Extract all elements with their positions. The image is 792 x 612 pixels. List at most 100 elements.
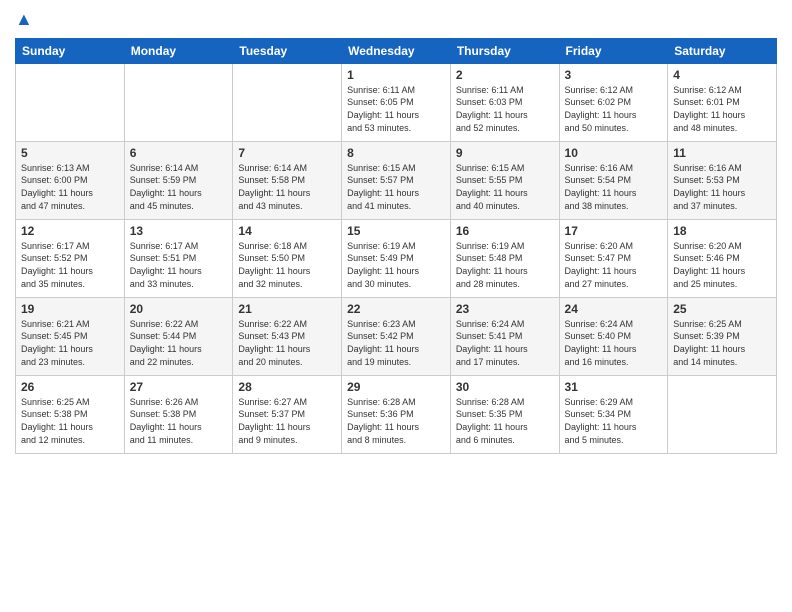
calendar-cell: 17Sunrise: 6:20 AM Sunset: 5:47 PM Dayli… bbox=[559, 219, 668, 297]
day-info: Sunrise: 6:26 AM Sunset: 5:38 PM Dayligh… bbox=[130, 396, 228, 446]
day-number: 29 bbox=[347, 380, 445, 394]
calendar-week-row: 5 Sunrise: 6:13 AM Sunset: 6:00 PM Daylig… bbox=[16, 141, 777, 219]
day-number: 18 bbox=[673, 224, 771, 238]
day-number: 14 bbox=[238, 224, 336, 238]
day-number: 12 bbox=[21, 224, 119, 238]
day-number: 9 bbox=[456, 146, 554, 160]
weekday-header-monday: Monday bbox=[124, 38, 233, 63]
calendar-cell: 19 Sunrise: 6:21 AM Sunset: 5:45 PM Dayli… bbox=[16, 297, 125, 375]
day-number: 3 bbox=[565, 68, 663, 82]
day-info: Sunrise: 6:22 AM Sunset: 5:43 PM Dayligh… bbox=[238, 318, 336, 368]
day-number: 2 bbox=[456, 68, 554, 82]
weekday-header-tuesday: Tuesday bbox=[233, 38, 342, 63]
day-info: Sunrise: 6:11 AM Sunset: 6:05 PM Dayligh… bbox=[347, 84, 445, 134]
day-number: 28 bbox=[238, 380, 336, 394]
calendar-cell: 15 Sunrise: 6:19 AM Sunset: 5:49 PM Dayli… bbox=[342, 219, 451, 297]
calendar-week-row: 26 Sunrise: 6:25 AM Sunset: 5:38 PM Dayli… bbox=[16, 375, 777, 453]
day-number: 4 bbox=[673, 68, 771, 82]
calendar-week-row: 12 Sunrise: 6:17 AM Sunset: 5:52 PM Dayli… bbox=[16, 219, 777, 297]
day-number: 10 bbox=[565, 146, 663, 160]
calendar-week-row: 1 Sunrise: 6:11 AM Sunset: 6:05 PM Daylig… bbox=[16, 63, 777, 141]
calendar-cell: 29Sunrise: 6:28 AM Sunset: 5:36 PM Dayli… bbox=[342, 375, 451, 453]
weekday-header-saturday: Saturday bbox=[668, 38, 777, 63]
calendar-cell: 24 Sunrise: 6:24 AM Sunset: 5:40 PM Dayli… bbox=[559, 297, 668, 375]
calendar-cell: 22Sunrise: 6:23 AM Sunset: 5:42 PM Dayli… bbox=[342, 297, 451, 375]
calendar-cell: 18 Sunrise: 6:20 AM Sunset: 5:46 PM Dayli… bbox=[668, 219, 777, 297]
day-info: Sunrise: 6:17 AM Sunset: 5:51 PM Dayligh… bbox=[130, 240, 228, 290]
calendar-cell: 7 Sunrise: 6:14 AM Sunset: 5:58 PM Daylig… bbox=[233, 141, 342, 219]
calendar-table: SundayMondayTuesdayWednesdayThursdayFrid… bbox=[15, 38, 777, 454]
calendar-cell: 1 Sunrise: 6:11 AM Sunset: 6:05 PM Daylig… bbox=[342, 63, 451, 141]
day-info: Sunrise: 6:25 AM Sunset: 5:38 PM Dayligh… bbox=[21, 396, 119, 446]
calendar-cell bbox=[668, 375, 777, 453]
day-number: 25 bbox=[673, 302, 771, 316]
day-info: Sunrise: 6:12 AM Sunset: 6:01 PM Dayligh… bbox=[673, 84, 771, 134]
calendar-container: ▲ SundayMondayTuesdayWednesdayThursdayFr… bbox=[0, 0, 792, 464]
day-info: Sunrise: 6:12 AM Sunset: 6:02 PM Dayligh… bbox=[565, 84, 663, 134]
calendar-cell: 30 Sunrise: 6:28 AM Sunset: 5:35 PM Dayli… bbox=[450, 375, 559, 453]
day-info: Sunrise: 6:15 AM Sunset: 5:57 PM Dayligh… bbox=[347, 162, 445, 212]
calendar-cell: 11Sunrise: 6:16 AM Sunset: 5:53 PM Dayli… bbox=[668, 141, 777, 219]
weekday-header-thursday: Thursday bbox=[450, 38, 559, 63]
calendar-cell: 9 Sunrise: 6:15 AM Sunset: 5:55 PM Daylig… bbox=[450, 141, 559, 219]
weekday-header-friday: Friday bbox=[559, 38, 668, 63]
calendar-cell: 12 Sunrise: 6:17 AM Sunset: 5:52 PM Dayli… bbox=[16, 219, 125, 297]
day-number: 1 bbox=[347, 68, 445, 82]
day-number: 6 bbox=[130, 146, 228, 160]
day-info: Sunrise: 6:29 AM Sunset: 5:34 PM Dayligh… bbox=[565, 396, 663, 446]
day-info: Sunrise: 6:24 AM Sunset: 5:40 PM Dayligh… bbox=[565, 318, 663, 368]
calendar-cell: 21Sunrise: 6:22 AM Sunset: 5:43 PM Dayli… bbox=[233, 297, 342, 375]
day-number: 20 bbox=[130, 302, 228, 316]
day-info: Sunrise: 6:16 AM Sunset: 5:53 PM Dayligh… bbox=[673, 162, 771, 212]
day-number: 30 bbox=[456, 380, 554, 394]
logo-icon: ▲ bbox=[15, 9, 33, 29]
day-info: Sunrise: 6:18 AM Sunset: 5:50 PM Dayligh… bbox=[238, 240, 336, 290]
day-info: Sunrise: 6:14 AM Sunset: 5:59 PM Dayligh… bbox=[130, 162, 228, 212]
day-info: Sunrise: 6:20 AM Sunset: 5:46 PM Dayligh… bbox=[673, 240, 771, 290]
day-number: 24 bbox=[565, 302, 663, 316]
header: ▲ bbox=[15, 10, 777, 30]
calendar-header-row: SundayMondayTuesdayWednesdayThursdayFrid… bbox=[16, 38, 777, 63]
day-info: Sunrise: 6:28 AM Sunset: 5:35 PM Dayligh… bbox=[456, 396, 554, 446]
calendar-cell: 16 Sunrise: 6:19 AM Sunset: 5:48 PM Dayli… bbox=[450, 219, 559, 297]
calendar-cell: 26 Sunrise: 6:25 AM Sunset: 5:38 PM Dayli… bbox=[16, 375, 125, 453]
day-info: Sunrise: 6:21 AM Sunset: 5:45 PM Dayligh… bbox=[21, 318, 119, 368]
calendar-cell bbox=[16, 63, 125, 141]
day-number: 15 bbox=[347, 224, 445, 238]
day-info: Sunrise: 6:19 AM Sunset: 5:49 PM Dayligh… bbox=[347, 240, 445, 290]
calendar-cell: 20 Sunrise: 6:22 AM Sunset: 5:44 PM Dayli… bbox=[124, 297, 233, 375]
calendar-cell: 25 Sunrise: 6:25 AM Sunset: 5:39 PM Dayli… bbox=[668, 297, 777, 375]
weekday-header-sunday: Sunday bbox=[16, 38, 125, 63]
day-info: Sunrise: 6:19 AM Sunset: 5:48 PM Dayligh… bbox=[456, 240, 554, 290]
day-number: 26 bbox=[21, 380, 119, 394]
calendar-cell: 8 Sunrise: 6:15 AM Sunset: 5:57 PM Daylig… bbox=[342, 141, 451, 219]
calendar-cell: 28 Sunrise: 6:27 AM Sunset: 5:37 PM Dayli… bbox=[233, 375, 342, 453]
day-number: 27 bbox=[130, 380, 228, 394]
day-info: Sunrise: 6:15 AM Sunset: 5:55 PM Dayligh… bbox=[456, 162, 554, 212]
calendar-cell: 2Sunrise: 6:11 AM Sunset: 6:03 PM Daylig… bbox=[450, 63, 559, 141]
calendar-cell: 3 Sunrise: 6:12 AM Sunset: 6:02 PM Daylig… bbox=[559, 63, 668, 141]
day-number: 31 bbox=[565, 380, 663, 394]
day-number: 19 bbox=[21, 302, 119, 316]
weekday-header-wednesday: Wednesday bbox=[342, 38, 451, 63]
day-info: Sunrise: 6:27 AM Sunset: 5:37 PM Dayligh… bbox=[238, 396, 336, 446]
day-info: Sunrise: 6:24 AM Sunset: 5:41 PM Dayligh… bbox=[456, 318, 554, 368]
day-info: Sunrise: 6:25 AM Sunset: 5:39 PM Dayligh… bbox=[673, 318, 771, 368]
day-number: 7 bbox=[238, 146, 336, 160]
calendar-cell: 27 Sunrise: 6:26 AM Sunset: 5:38 PM Dayli… bbox=[124, 375, 233, 453]
calendar-cell bbox=[124, 63, 233, 141]
day-number: 5 bbox=[21, 146, 119, 160]
day-info: Sunrise: 6:13 AM Sunset: 6:00 PM Dayligh… bbox=[21, 162, 119, 212]
day-number: 23 bbox=[456, 302, 554, 316]
calendar-cell bbox=[233, 63, 342, 141]
calendar-cell: 4 Sunrise: 6:12 AM Sunset: 6:01 PM Daylig… bbox=[668, 63, 777, 141]
day-info: Sunrise: 6:22 AM Sunset: 5:44 PM Dayligh… bbox=[130, 318, 228, 368]
day-info: Sunrise: 6:20 AM Sunset: 5:47 PM Dayligh… bbox=[565, 240, 663, 290]
day-number: 8 bbox=[347, 146, 445, 160]
day-info: Sunrise: 6:14 AM Sunset: 5:58 PM Dayligh… bbox=[238, 162, 336, 212]
calendar-cell: 10Sunrise: 6:16 AM Sunset: 5:54 PM Dayli… bbox=[559, 141, 668, 219]
day-number: 16 bbox=[456, 224, 554, 238]
calendar-cell: 31 Sunrise: 6:29 AM Sunset: 5:34 PM Dayli… bbox=[559, 375, 668, 453]
day-info: Sunrise: 6:17 AM Sunset: 5:52 PM Dayligh… bbox=[21, 240, 119, 290]
day-number: 22 bbox=[347, 302, 445, 316]
